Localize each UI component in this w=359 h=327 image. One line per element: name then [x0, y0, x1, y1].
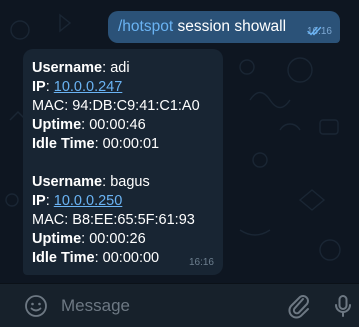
- idle-time-line: Idle Time: 00:00:01: [32, 136, 160, 152]
- incoming-message-bubble[interactable]: Username: adi IP: 10.0.0.247 MAC: 94:DB:…: [23, 49, 223, 275]
- emoji-icon[interactable]: [24, 294, 48, 318]
- microphone-icon[interactable]: [333, 293, 353, 319]
- entry-separator: [32, 154, 223, 173]
- outgoing-message-meta: 16:16: [307, 26, 332, 37]
- outgoing-message-bubble[interactable]: /hotspot session showall 16:16: [108, 11, 340, 43]
- ip-line: IP: 10.0.0.247: [32, 79, 123, 95]
- idle-time-value: 00:00:00: [102, 250, 160, 266]
- ip-label: IP: [32, 79, 46, 95]
- idle-time-label: Idle Time: [32, 136, 95, 152]
- idle-time-value: 00:00:01: [102, 136, 160, 152]
- username-value: bagus: [110, 174, 150, 190]
- message-input-bar: [0, 283, 359, 327]
- mac-label: MAC: [32, 212, 65, 228]
- username-line: Username: bagus: [32, 174, 150, 190]
- chat-background: /hotspot session showall 16:16 Username:…: [0, 0, 359, 283]
- ip-link[interactable]: 10.0.0.247: [54, 79, 123, 95]
- bot-command-link[interactable]: /hotspot: [118, 18, 173, 35]
- mac-label: MAC: [32, 98, 65, 114]
- message-input[interactable]: [61, 293, 281, 319]
- mac-value: B8:EE:65:5F:61:93: [72, 212, 195, 228]
- ip-line: IP: 10.0.0.250: [32, 193, 123, 209]
- ip-link[interactable]: 10.0.0.250: [54, 193, 123, 209]
- uptime-label: Uptime: [32, 231, 82, 247]
- uptime-value: 00:00:46: [89, 117, 146, 133]
- username-line: Username: adi: [32, 60, 130, 76]
- username-label: Username: [32, 174, 103, 190]
- uptime-line: Uptime: 00:00:26: [32, 231, 146, 247]
- paperclip-icon[interactable]: [288, 293, 312, 319]
- ip-label: IP: [32, 193, 46, 209]
- mac-line: MAC: 94:DB:C9:41:C1:A0: [32, 98, 200, 114]
- uptime-label: Uptime: [32, 117, 82, 133]
- mac-line: MAC: B8:EE:65:5F:61:93: [32, 212, 195, 228]
- username-label: Username: [32, 60, 103, 76]
- outgoing-message-text: session showall: [173, 18, 287, 35]
- mac-value: 94:DB:C9:41:C1:A0: [72, 98, 200, 114]
- double-check-icon: [307, 26, 322, 36]
- uptime-line: Uptime: 00:00:46: [32, 117, 146, 133]
- uptime-value: 00:00:26: [89, 231, 146, 247]
- idle-time-label: Idle Time: [32, 250, 95, 266]
- username-value: adi: [110, 60, 130, 76]
- incoming-message-time: 16:16: [188, 257, 214, 268]
